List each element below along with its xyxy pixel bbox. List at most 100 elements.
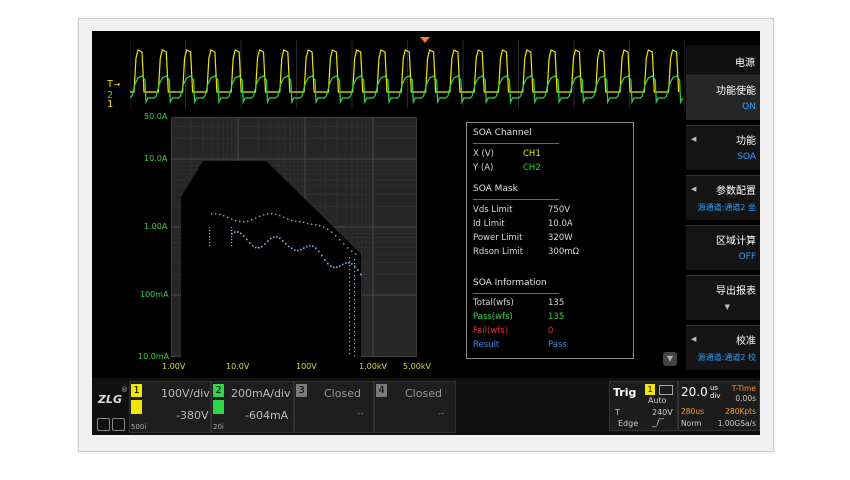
trigger-level: 240V [652,408,673,417]
menu-item-label: 区域计算 [716,236,756,247]
record-length: 280Kpts [725,407,756,416]
waveform-display [130,40,685,108]
ch2-badge: 2 [213,384,224,397]
power-limit-value: 320W [548,233,573,243]
total-value: 135 [548,298,565,308]
menu-item-value: ON [742,102,756,112]
trigger-settings[interactable]: Trig 1 Auto T 240V Edge _/‾ [609,381,678,431]
fail-value: 0 [548,326,554,336]
ch3-scale: Closed [324,387,361,400]
timebase-value: 20.0 [681,385,708,399]
rdson-limit-label: Rdson Limit [473,247,524,257]
trigger-mode: Auto [648,396,667,405]
y-tick-label: 10.0A [144,154,168,163]
search-icon[interactable] [97,418,110,431]
ch2-offset: -604mA [245,409,289,422]
ch1-tag: 500i [131,423,147,431]
menu-item-label: 功能使能 [716,86,756,97]
menu-title: 电源 [686,45,760,75]
ch1-badge: 1 [131,384,142,397]
trigger-title: Trig [613,386,637,399]
menu-item-export[interactable]: 导出报表 ▼ [686,275,760,320]
pass-label: Pass(wfs) [473,312,513,322]
soa-plot [171,117,417,357]
result-label: Result [473,340,500,350]
ch4-scale: Closed [405,387,442,400]
scroll-down-button[interactable]: ▼ [663,352,677,366]
ch3-badge: 3 [296,384,307,397]
x-axis-label: X (V) [473,149,494,159]
power-limit-label: Power Limit [473,233,523,243]
ch1-coupling-icon [131,400,142,414]
soa-channel-title: SOA Channel [473,128,532,138]
vds-limit-label: Vds Limit [473,205,513,215]
ch2-waveform [130,75,684,105]
total-label: Total(wfs) [473,298,514,308]
menu-item-params[interactable]: ◀ 参数配置 源通道:通道2 坐 [686,175,760,220]
brand-logo: ZLG [98,393,123,406]
chevron-down-icon: ▼ [724,303,730,311]
soa-information-title: SOA Information [473,278,547,288]
rising-edge-icon: _/‾ [652,418,665,428]
y-axis-value: CH2 [523,163,541,173]
trigger-position-marker[interactable] [420,37,430,43]
y-tick-label: 100mA [140,290,169,299]
t-time-label: T-Time [731,384,756,393]
left-arrow-icon: ◀ [691,135,697,143]
left-arrow-icon: ◀ [691,185,697,193]
vds-limit-value: 750V [548,205,571,215]
timebase-unit-bottom: div [710,392,721,400]
ch1-marker-label[interactable]: 1 [107,99,113,110]
ch2-scale: 200mA/div [231,387,291,400]
trigger-t-label: T [615,408,620,417]
section-divider [473,199,559,200]
x-tick-label: 1.00V [162,362,186,371]
y-axis-label: Y (A) [473,163,494,173]
x-tick-label: 1.00kV [359,362,387,371]
ch4-offset: -- [438,409,445,419]
side-menu: 电源 功能使能 ON ◀ 功能 SOA ◀ 参数配置 源通道:通道2 坐 区域计… [686,45,760,370]
section-divider [473,293,559,294]
timebase-settings[interactable]: 20.0 us div T-Time 0.00s 280us 280Kpts N… [678,381,760,431]
battery-icon [659,385,673,395]
trigger-source-badge: 1 [645,384,655,395]
menu-item-value: SOA [737,152,756,162]
rdson-limit-value: 300mΩ [548,247,579,257]
ch2-tag: 20i [213,423,224,431]
t-time-value: 0.00s [735,394,756,403]
soa-info-panel: SOA Channel X (V) CH1 Y (A) CH2 SOA Mask… [466,122,634,359]
y-tick-label: 10.0mA [138,352,170,361]
menu-item-enable[interactable]: 功能使能 ON [686,75,760,120]
x-tick-label: 5.00kV [403,362,431,371]
menu-item-calibrate[interactable]: ◀ 校准 源通道:通道2 校 [686,325,760,370]
y-tick-label: 1.00A [144,222,168,231]
menu-item-label: 校准 [736,336,756,347]
x-tick-label: 10.0V [226,362,250,371]
id-limit-value: 10.0A [548,219,573,229]
left-arrow-icon: ◀ [691,335,697,343]
menu-item-area-calc[interactable]: 区域计算 OFF [686,225,760,270]
trigger-level-label[interactable]: T [107,79,113,90]
ch1-scale: 100V/div [161,387,210,400]
x-axis-value: CH1 [523,149,541,159]
result-value: Pass [548,340,567,350]
soa-mask-title: SOA Mask [473,184,518,194]
menu-item-label: 功能 [736,136,756,147]
lock-icon[interactable] [112,418,125,431]
ch4-badge: 4 [376,384,387,397]
registered-icon: ® [121,386,128,394]
ch3-offset: -- [357,409,364,419]
id-limit-label: Id Limit [473,219,505,229]
menu-item-value: 源通道:通道2 坐 [697,203,756,212]
x-tick-label: 100V [296,362,317,371]
menu-item-value: OFF [738,252,756,262]
menu-item-function[interactable]: ◀ 功能 SOA [686,125,760,170]
section-divider [473,143,559,144]
pass-value: 135 [548,312,565,322]
menu-item-value: 源通道:通道2 校 [697,353,756,362]
memory-depth-time: 280us [681,407,704,416]
trigger-type: Edge [618,419,639,428]
sample-rate: 1.00GSa/s [717,419,756,428]
trigger-arrow-icon: → [114,79,121,90]
ch1-offset: -380V [176,409,209,422]
